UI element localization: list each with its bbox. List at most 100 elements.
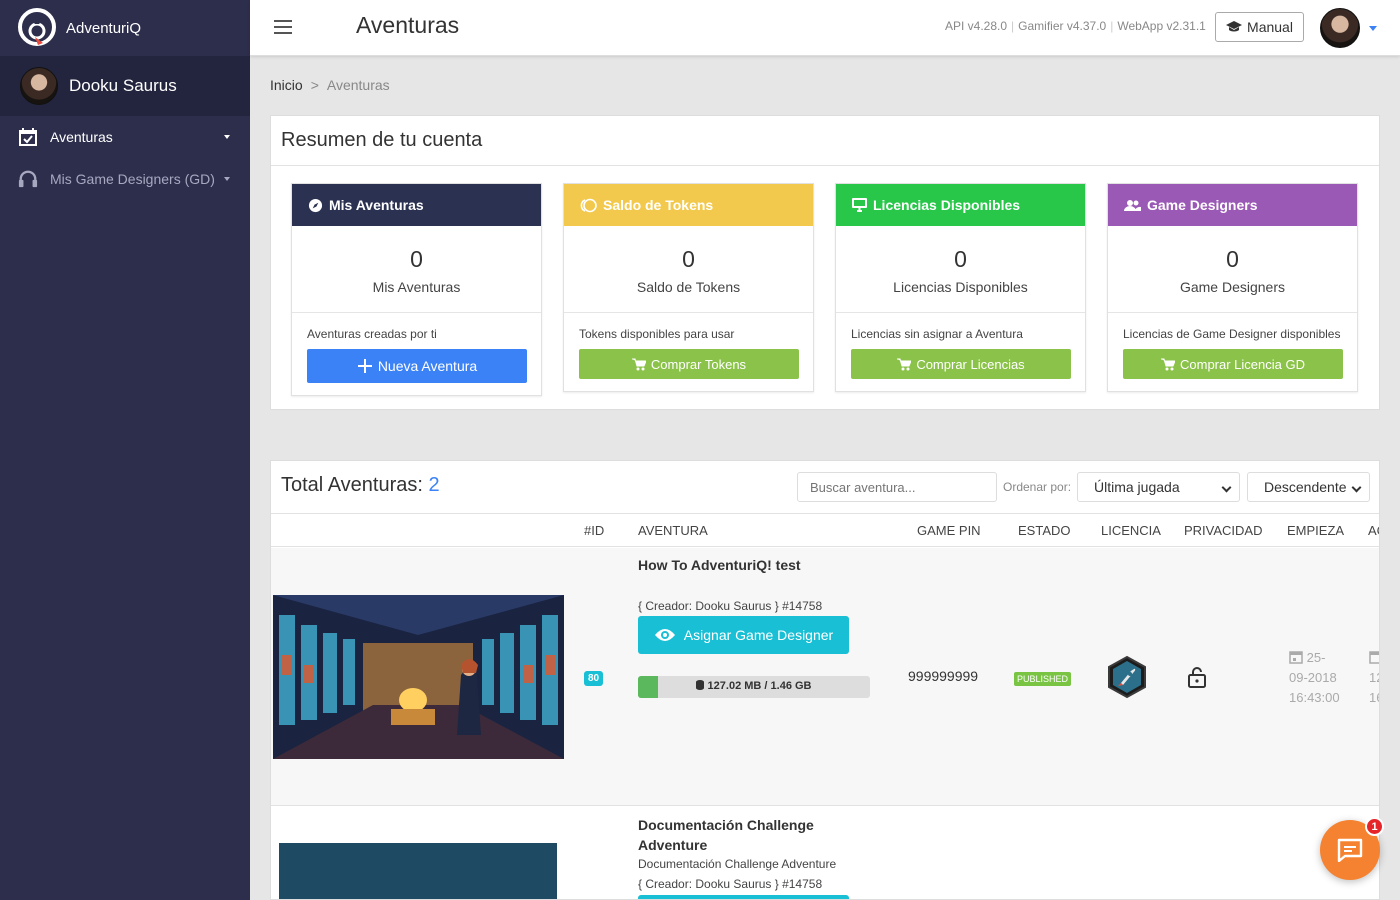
button-label: Comprar Licencias bbox=[916, 356, 1025, 372]
rocket-license-icon[interactable] bbox=[1105, 655, 1149, 699]
adventure-title[interactable]: How To AdventuriQ! test bbox=[638, 557, 801, 573]
adventure-creator: { Creador: Dooku Saurus } #14758 bbox=[638, 877, 823, 891]
brand[interactable]: AdventuriQ bbox=[0, 0, 250, 56]
adventure-thumbnail[interactable] bbox=[279, 843, 557, 899]
breadcrumb: Inicio > Aventuras bbox=[270, 77, 390, 93]
webapp-version: WebApp v2.31.1 bbox=[1117, 19, 1206, 33]
stat-value: 0 bbox=[1226, 246, 1239, 272]
total-label: Total Aventuras: bbox=[281, 474, 423, 496]
new-adventure-button[interactable]: Nueva Aventura bbox=[307, 349, 527, 383]
calendar-icon bbox=[1289, 651, 1303, 664]
sidebar-item-game-designers[interactable]: Mis Game Designers (GD) bbox=[0, 158, 250, 200]
stat-card-aventuras: Mis Aventuras 0 Mis Aventuras Aventuras … bbox=[291, 183, 542, 396]
direction-select[interactable]: Descendente bbox=[1247, 472, 1370, 502]
order-select[interactable]: Última jugada bbox=[1077, 472, 1240, 502]
stat-card-footer: Aventuras creadas por ti Nueva Aventura bbox=[292, 313, 541, 395]
chevron-down-icon[interactable] bbox=[1369, 26, 1377, 31]
order-select-value: Última jugada bbox=[1094, 479, 1180, 495]
version-info: API v4.28.0 | Gamifier v4.37.0 | WebApp v2.3… bbox=[945, 19, 1206, 33]
headphones-icon bbox=[18, 169, 38, 189]
user-avatar[interactable] bbox=[1320, 8, 1360, 48]
sidebar-item-label: Mis Game Designers (GD) bbox=[50, 171, 215, 187]
stat-card-title: Game Designers bbox=[1147, 197, 1258, 213]
stat-card-title: Saldo de Tokens bbox=[603, 197, 714, 213]
adventure-title[interactable]: Documentación Challenge Adventure bbox=[638, 815, 838, 855]
sidebar-item-label: Aventuras bbox=[50, 129, 113, 145]
adventure-image bbox=[273, 595, 564, 759]
chevron-down-icon bbox=[1221, 482, 1232, 493]
column-aventura[interactable]: AVENTURA bbox=[638, 523, 708, 538]
avatar bbox=[20, 67, 58, 105]
gamifier-version: Gamifier v4.37.0 bbox=[1018, 19, 1107, 33]
user-panel[interactable]: Dooku Saurus bbox=[0, 56, 250, 116]
summary-title: Resumen de tu cuenta bbox=[271, 116, 1379, 166]
start-date-time: 16:43:00 bbox=[1289, 690, 1340, 705]
cart-icon bbox=[631, 358, 646, 370]
chevron-down-icon bbox=[224, 177, 230, 181]
stat-card-footer: Licencias sin asignar a Aventura Comprar… bbox=[836, 313, 1085, 391]
monitor-icon bbox=[852, 198, 867, 212]
start-date-month-year: 09-2018 bbox=[1289, 670, 1337, 685]
button-label: Comprar Licencia GD bbox=[1180, 356, 1305, 372]
unlock-icon[interactable] bbox=[1186, 666, 1208, 688]
cart-icon bbox=[897, 358, 912, 370]
table-header: #ID AVENTURA GAME PIN ESTADO LICENCIA PR… bbox=[271, 514, 1379, 547]
column-game-pin[interactable]: GAME PIN bbox=[917, 523, 981, 538]
compass-icon bbox=[308, 198, 323, 212]
adventuriq-logo-icon bbox=[18, 8, 56, 46]
storage-usage: 127.02 MB / 1.46 GB bbox=[638, 680, 870, 692]
sidebar-item-aventuras[interactable]: Aventuras bbox=[0, 116, 250, 158]
brand-name: AdventuriQ bbox=[66, 19, 142, 37]
assign-game-designer-button[interactable]: Asignar Game Designer bbox=[638, 616, 849, 654]
stat-label: Saldo de Tokens bbox=[636, 279, 741, 295]
adventures-list-header: Total Aventuras: 2 Ordenar por: Última j… bbox=[271, 461, 1379, 514]
column-acaba[interactable]: AC bbox=[1368, 523, 1379, 538]
column-estado[interactable]: ESTADO bbox=[1018, 523, 1071, 538]
end-date-day: 12 bbox=[1369, 670, 1379, 685]
button-label: Asignar Game Designer bbox=[683, 627, 834, 643]
column-id[interactable]: #ID bbox=[584, 523, 604, 538]
chat-notification-badge: 1 bbox=[1365, 817, 1384, 836]
stat-card-header: Game Designers bbox=[1108, 184, 1357, 226]
total-count: 2 bbox=[428, 474, 440, 496]
button-label: Comprar Tokens bbox=[650, 356, 747, 372]
stat-card-game-designers: Game Designers 0 Game Designers Licencia… bbox=[1107, 183, 1358, 392]
calendar-icon bbox=[1369, 651, 1379, 664]
column-privacidad[interactable]: PRIVACIDAD bbox=[1184, 523, 1263, 538]
stat-card-body: 0 Licencias Disponibles bbox=[836, 226, 1085, 313]
buy-licenses-button[interactable]: Comprar Licencias bbox=[851, 349, 1071, 379]
stat-card-header: Licencias Disponibles bbox=[836, 184, 1085, 226]
start-date-day: 25- bbox=[1306, 650, 1326, 665]
manual-button[interactable]: Manual bbox=[1215, 12, 1304, 42]
topbar: Aventuras API v4.28.0 | Gamifier v4.37.0 | W… bbox=[250, 0, 1400, 56]
stat-description: Tokens disponibles para usar bbox=[579, 327, 735, 341]
adventure-id-badge: 80 bbox=[584, 671, 604, 686]
end-date-time: 16 bbox=[1369, 690, 1379, 705]
account-summary: Resumen de tu cuenta Mis Aventuras 0 Mis… bbox=[270, 115, 1380, 410]
column-empieza[interactable]: EMPIEZA bbox=[1287, 523, 1344, 538]
menu-toggle-icon[interactable] bbox=[274, 20, 292, 34]
table-row[interactable]: Documentación Challenge Adventure Docume… bbox=[271, 807, 1379, 899]
stat-description: Aventuras creadas por ti bbox=[307, 327, 437, 341]
storage-text: 127.02 MB / 1.46 GB bbox=[707, 680, 812, 692]
assign-game-designer-button[interactable] bbox=[638, 895, 849, 899]
stat-card-footer: Tokens disponibles para usar Comprar Tok… bbox=[564, 313, 813, 391]
cart-icon bbox=[1161, 358, 1175, 370]
search-input[interactable] bbox=[797, 472, 997, 502]
stat-card-licencias: Licencias Disponibles 0 Licencias Dispon… bbox=[835, 183, 1086, 392]
stat-card-tokens: Saldo de Tokens 0 Saldo de Tokens Tokens… bbox=[563, 183, 814, 392]
stat-card-title: Licencias Disponibles bbox=[873, 197, 1021, 213]
adventure-thumbnail[interactable] bbox=[273, 595, 564, 759]
table-row[interactable]: 80 How To AdventuriQ! test { Creador: Do… bbox=[271, 548, 1379, 806]
adventure-description: Documentación Challenge Adventure bbox=[638, 857, 837, 871]
user-name: Dooku Saurus bbox=[69, 76, 177, 95]
buy-tokens-button[interactable]: Comprar Tokens bbox=[579, 349, 799, 379]
stat-label: Licencias Disponibles bbox=[893, 279, 1028, 295]
column-licencia[interactable]: LICENCIA bbox=[1101, 523, 1161, 538]
breadcrumb-home[interactable]: Inicio bbox=[270, 77, 303, 93]
storage-progress-bar: 127.02 MB / 1.46 GB bbox=[638, 676, 870, 698]
chat-icon bbox=[1337, 838, 1363, 862]
buy-gd-license-button[interactable]: Comprar Licencia GD bbox=[1123, 349, 1343, 379]
game-pin: 999999999 bbox=[908, 668, 979, 684]
page-title: Aventuras bbox=[356, 12, 460, 38]
